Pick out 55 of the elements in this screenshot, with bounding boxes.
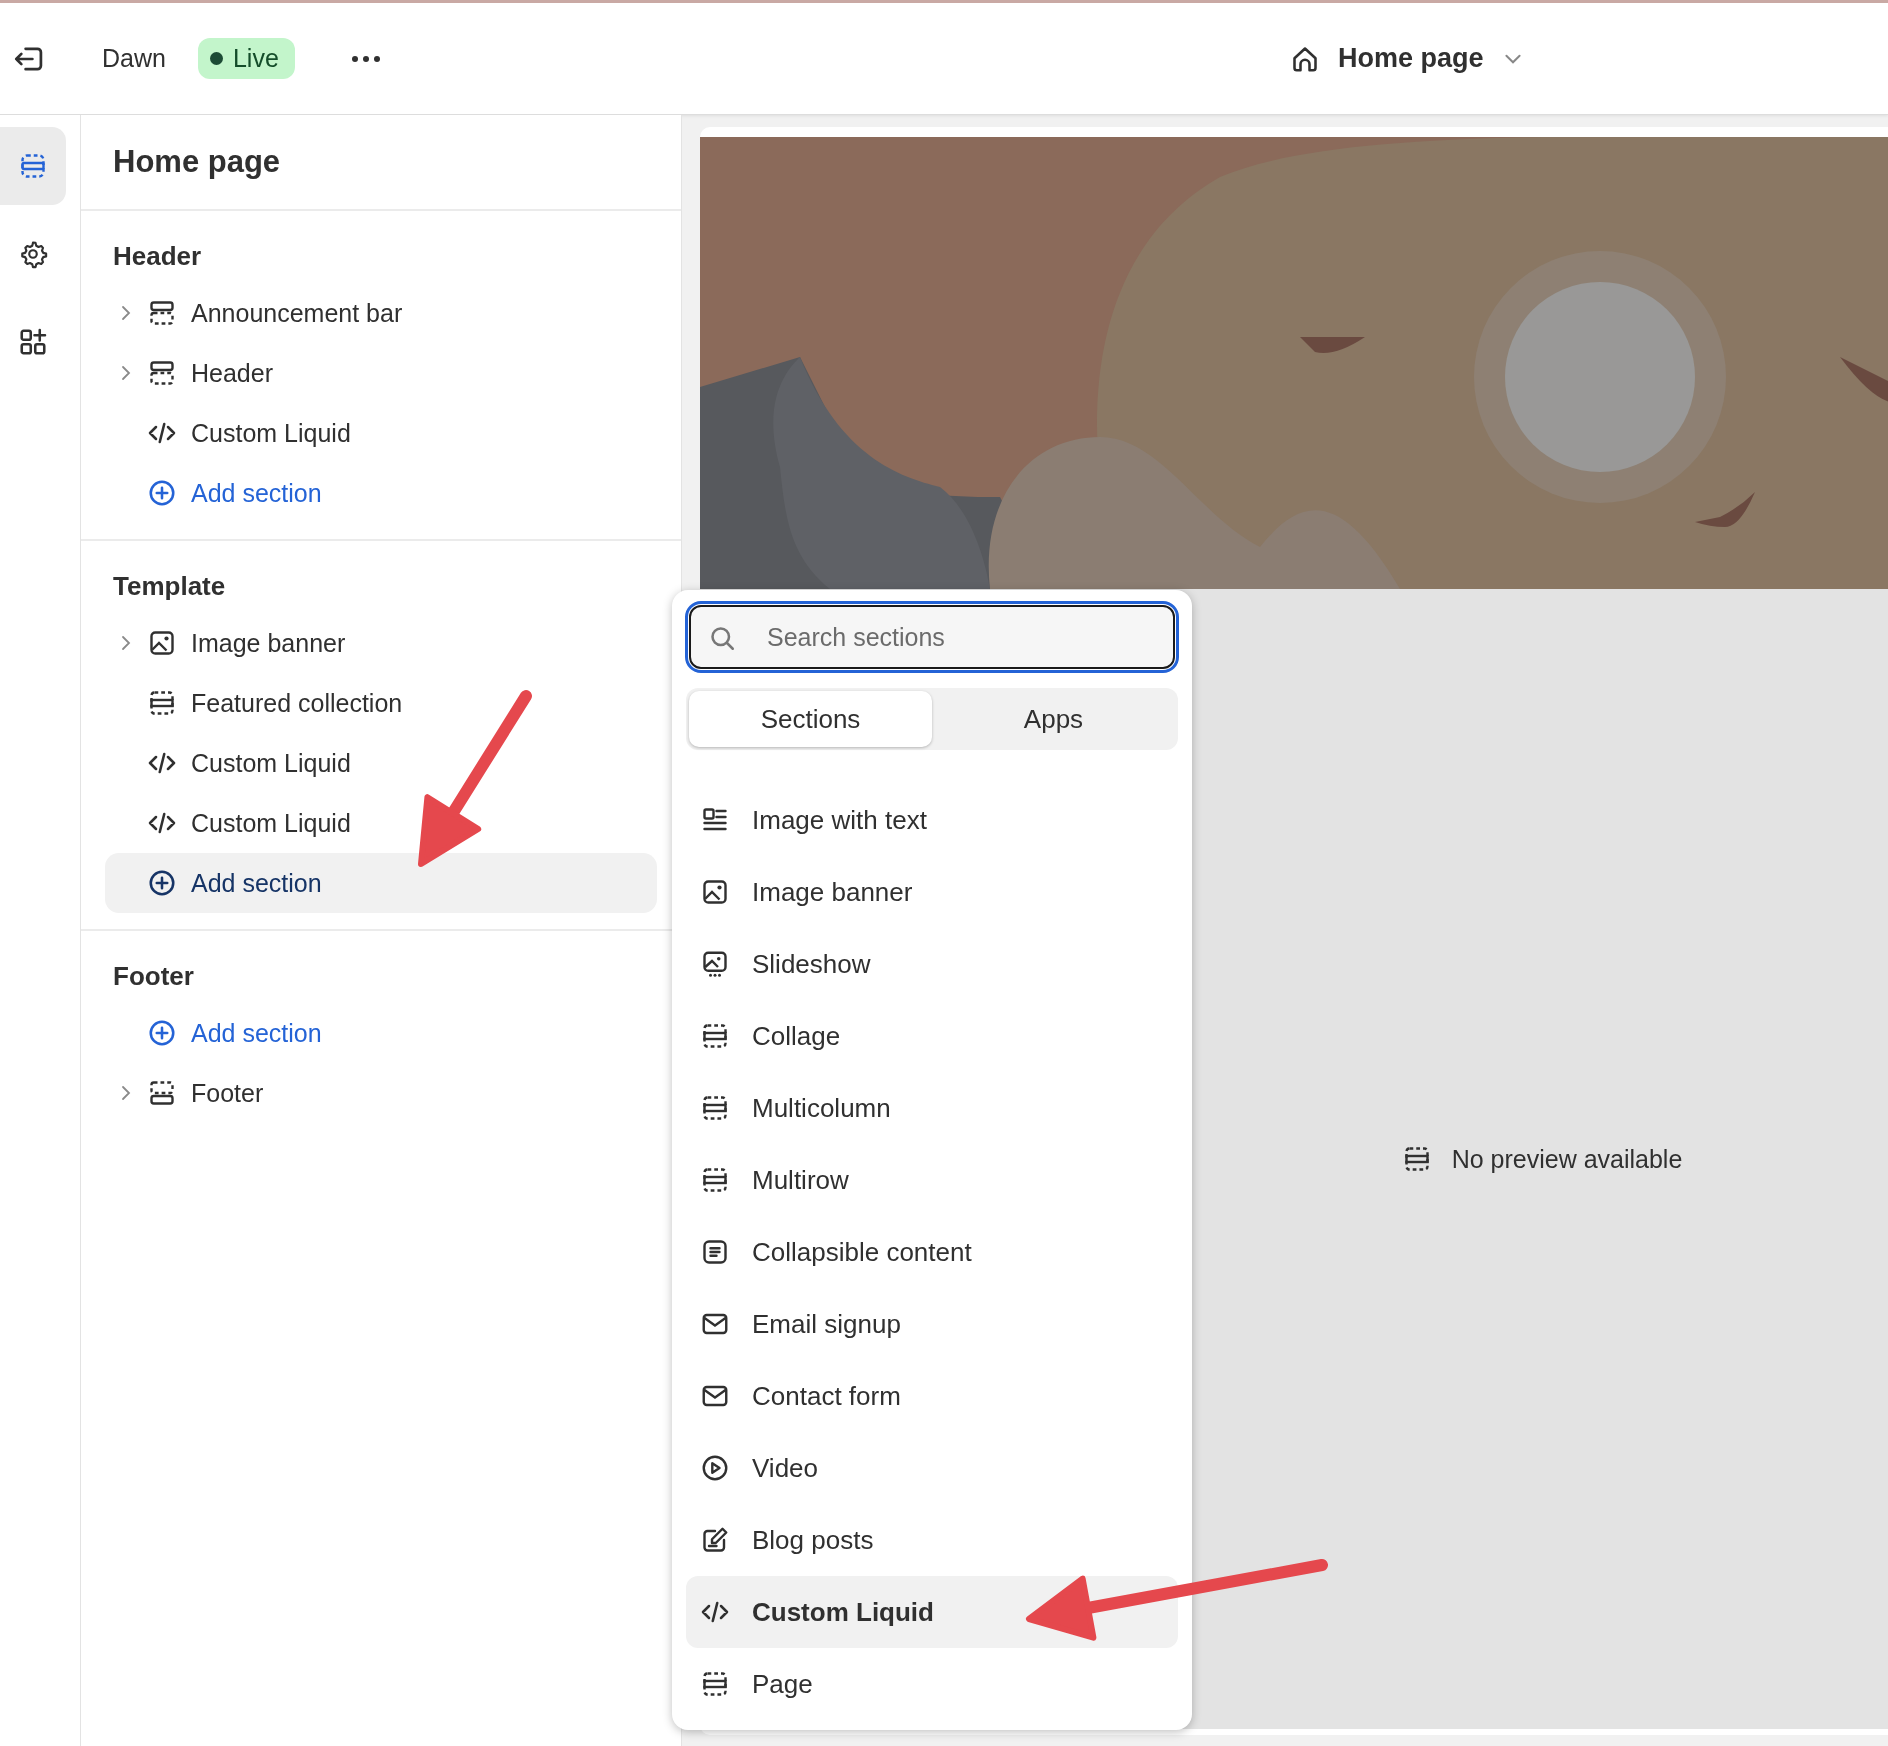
section-item[interactable]: Custom Liquid <box>105 403 657 463</box>
edit-icon <box>700 1525 730 1555</box>
section-item[interactable]: Footer <box>105 1063 657 1123</box>
page-selector[interactable]: Home page <box>1290 43 1524 74</box>
section-item[interactable]: Featured collection <box>105 673 657 733</box>
section-option[interactable]: Multirow <box>686 1144 1178 1216</box>
section-option[interactable]: Image with text <box>686 784 1178 856</box>
panel-title: Home page <box>81 115 681 211</box>
add-section-link[interactable]: Add section <box>105 463 657 523</box>
status-badge: Live <box>197 38 295 79</box>
header-layout-icon <box>147 358 177 388</box>
sections-icon <box>18 151 48 181</box>
section-layout-icon <box>147 688 177 718</box>
image-icon <box>147 628 177 658</box>
section-layout-icon <box>700 1165 730 1195</box>
image-icon <box>700 877 730 907</box>
slideshow-icon <box>700 949 730 979</box>
plus-circle-icon <box>147 1018 177 1048</box>
section-option[interactable]: Contact form <box>686 1360 1178 1432</box>
tab[interactable]: Apps <box>932 691 1175 747</box>
section-item[interactable]: Announcement bar <box>105 283 657 343</box>
section-layout-icon <box>700 1669 730 1699</box>
group-heading: Header <box>112 239 203 273</box>
add-section-link[interactable]: Add section <box>105 853 657 913</box>
plus-circle-icon <box>147 868 177 898</box>
section-option[interactable]: Image banner <box>686 856 1178 928</box>
group-heading: Footer <box>112 959 195 993</box>
settings-icon <box>18 239 48 269</box>
more-icon[interactable] <box>350 54 381 63</box>
section-option[interactable]: Page <box>686 1648 1178 1720</box>
add-section-link[interactable]: Add section <box>105 1003 657 1063</box>
play-icon <box>700 1453 730 1483</box>
section-option[interactable]: Collage <box>686 1000 1178 1072</box>
section-option[interactable]: Custom Liquid <box>686 1576 1178 1648</box>
no-preview-message: No preview available <box>1451 1144 1683 1174</box>
section-option[interactable]: Video <box>686 1432 1178 1504</box>
section-item[interactable]: Header <box>105 343 657 403</box>
footer-layout-icon <box>147 1078 177 1108</box>
list-icon <box>700 1237 730 1267</box>
tab[interactable]: Sections <box>689 691 932 747</box>
apps-icon <box>18 327 48 357</box>
section-option[interactable]: Collapsible content <box>686 1216 1178 1288</box>
header-layout-icon <box>147 298 177 328</box>
group-heading: Template <box>112 569 227 603</box>
section-layout-icon <box>700 1093 730 1123</box>
plus-circle-icon <box>147 478 177 508</box>
theme-name: Dawn <box>102 44 166 73</box>
section-option[interactable]: Email signup <box>686 1288 1178 1360</box>
section-option[interactable]: Blog posts <box>686 1504 1178 1576</box>
section-item[interactable]: Custom Liquid <box>105 733 657 793</box>
section-option[interactable]: Multicolumn <box>686 1072 1178 1144</box>
section-item[interactable]: Image banner <box>105 613 657 673</box>
section-item[interactable]: Custom Liquid <box>105 793 657 853</box>
section-layout-icon <box>700 1021 730 1051</box>
section-option[interactable]: Slideshow <box>686 928 1178 1000</box>
